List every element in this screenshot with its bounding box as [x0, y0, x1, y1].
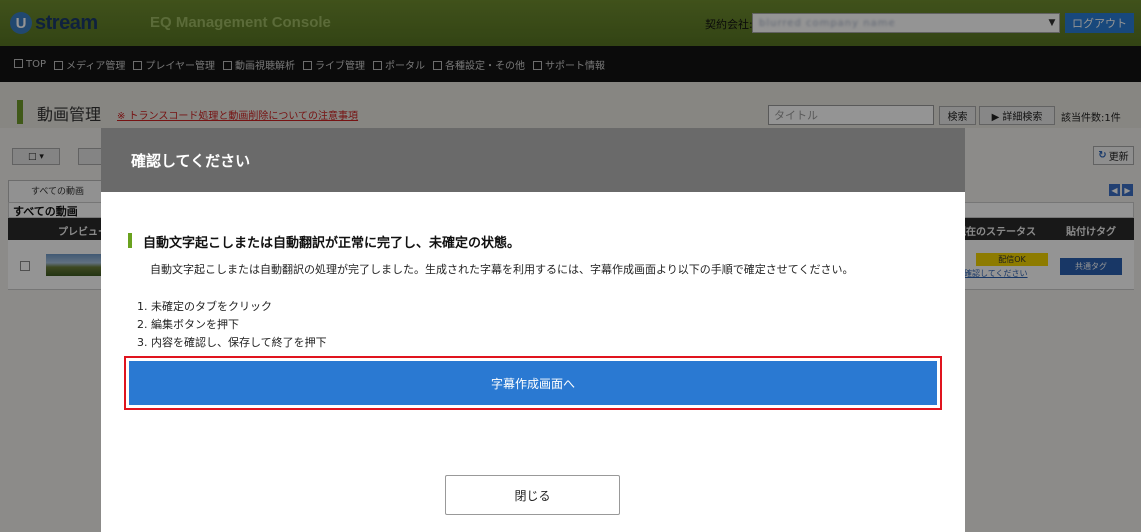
modal-title: 確認してください	[131, 152, 251, 170]
subtitle-editor-button[interactable]: 字幕作成画面へ	[124, 356, 942, 410]
step-item: 1. 未確定のタブをクリック	[137, 300, 272, 313]
section-title: 自動文字起こしまたは自動翻訳が正常に完了し、未確定の状態。	[143, 236, 521, 251]
modal-header: 確認してください	[101, 128, 965, 192]
section-accent-bar	[128, 233, 132, 248]
steps-list: 1. 未確定のタブをクリック 2. 編集ボタンを押下 3. 内容を確認し、保存し…	[137, 298, 327, 352]
confirm-modal: 確認してください 自動文字起こしまたは自動翻訳が正常に完了し、未確定の状態。 自…	[101, 128, 965, 532]
close-button[interactable]: 閉じる	[445, 475, 620, 515]
subtitle-editor-button-label: 字幕作成画面へ	[129, 361, 937, 405]
step-item: 3. 内容を確認し、保存して終了を押下	[137, 336, 327, 349]
modal-description: 自動文字起こしまたは自動翻訳の処理が完了しました。生成された字幕を利用するには、…	[150, 263, 854, 276]
step-item: 2. 編集ボタンを押下	[137, 318, 239, 331]
